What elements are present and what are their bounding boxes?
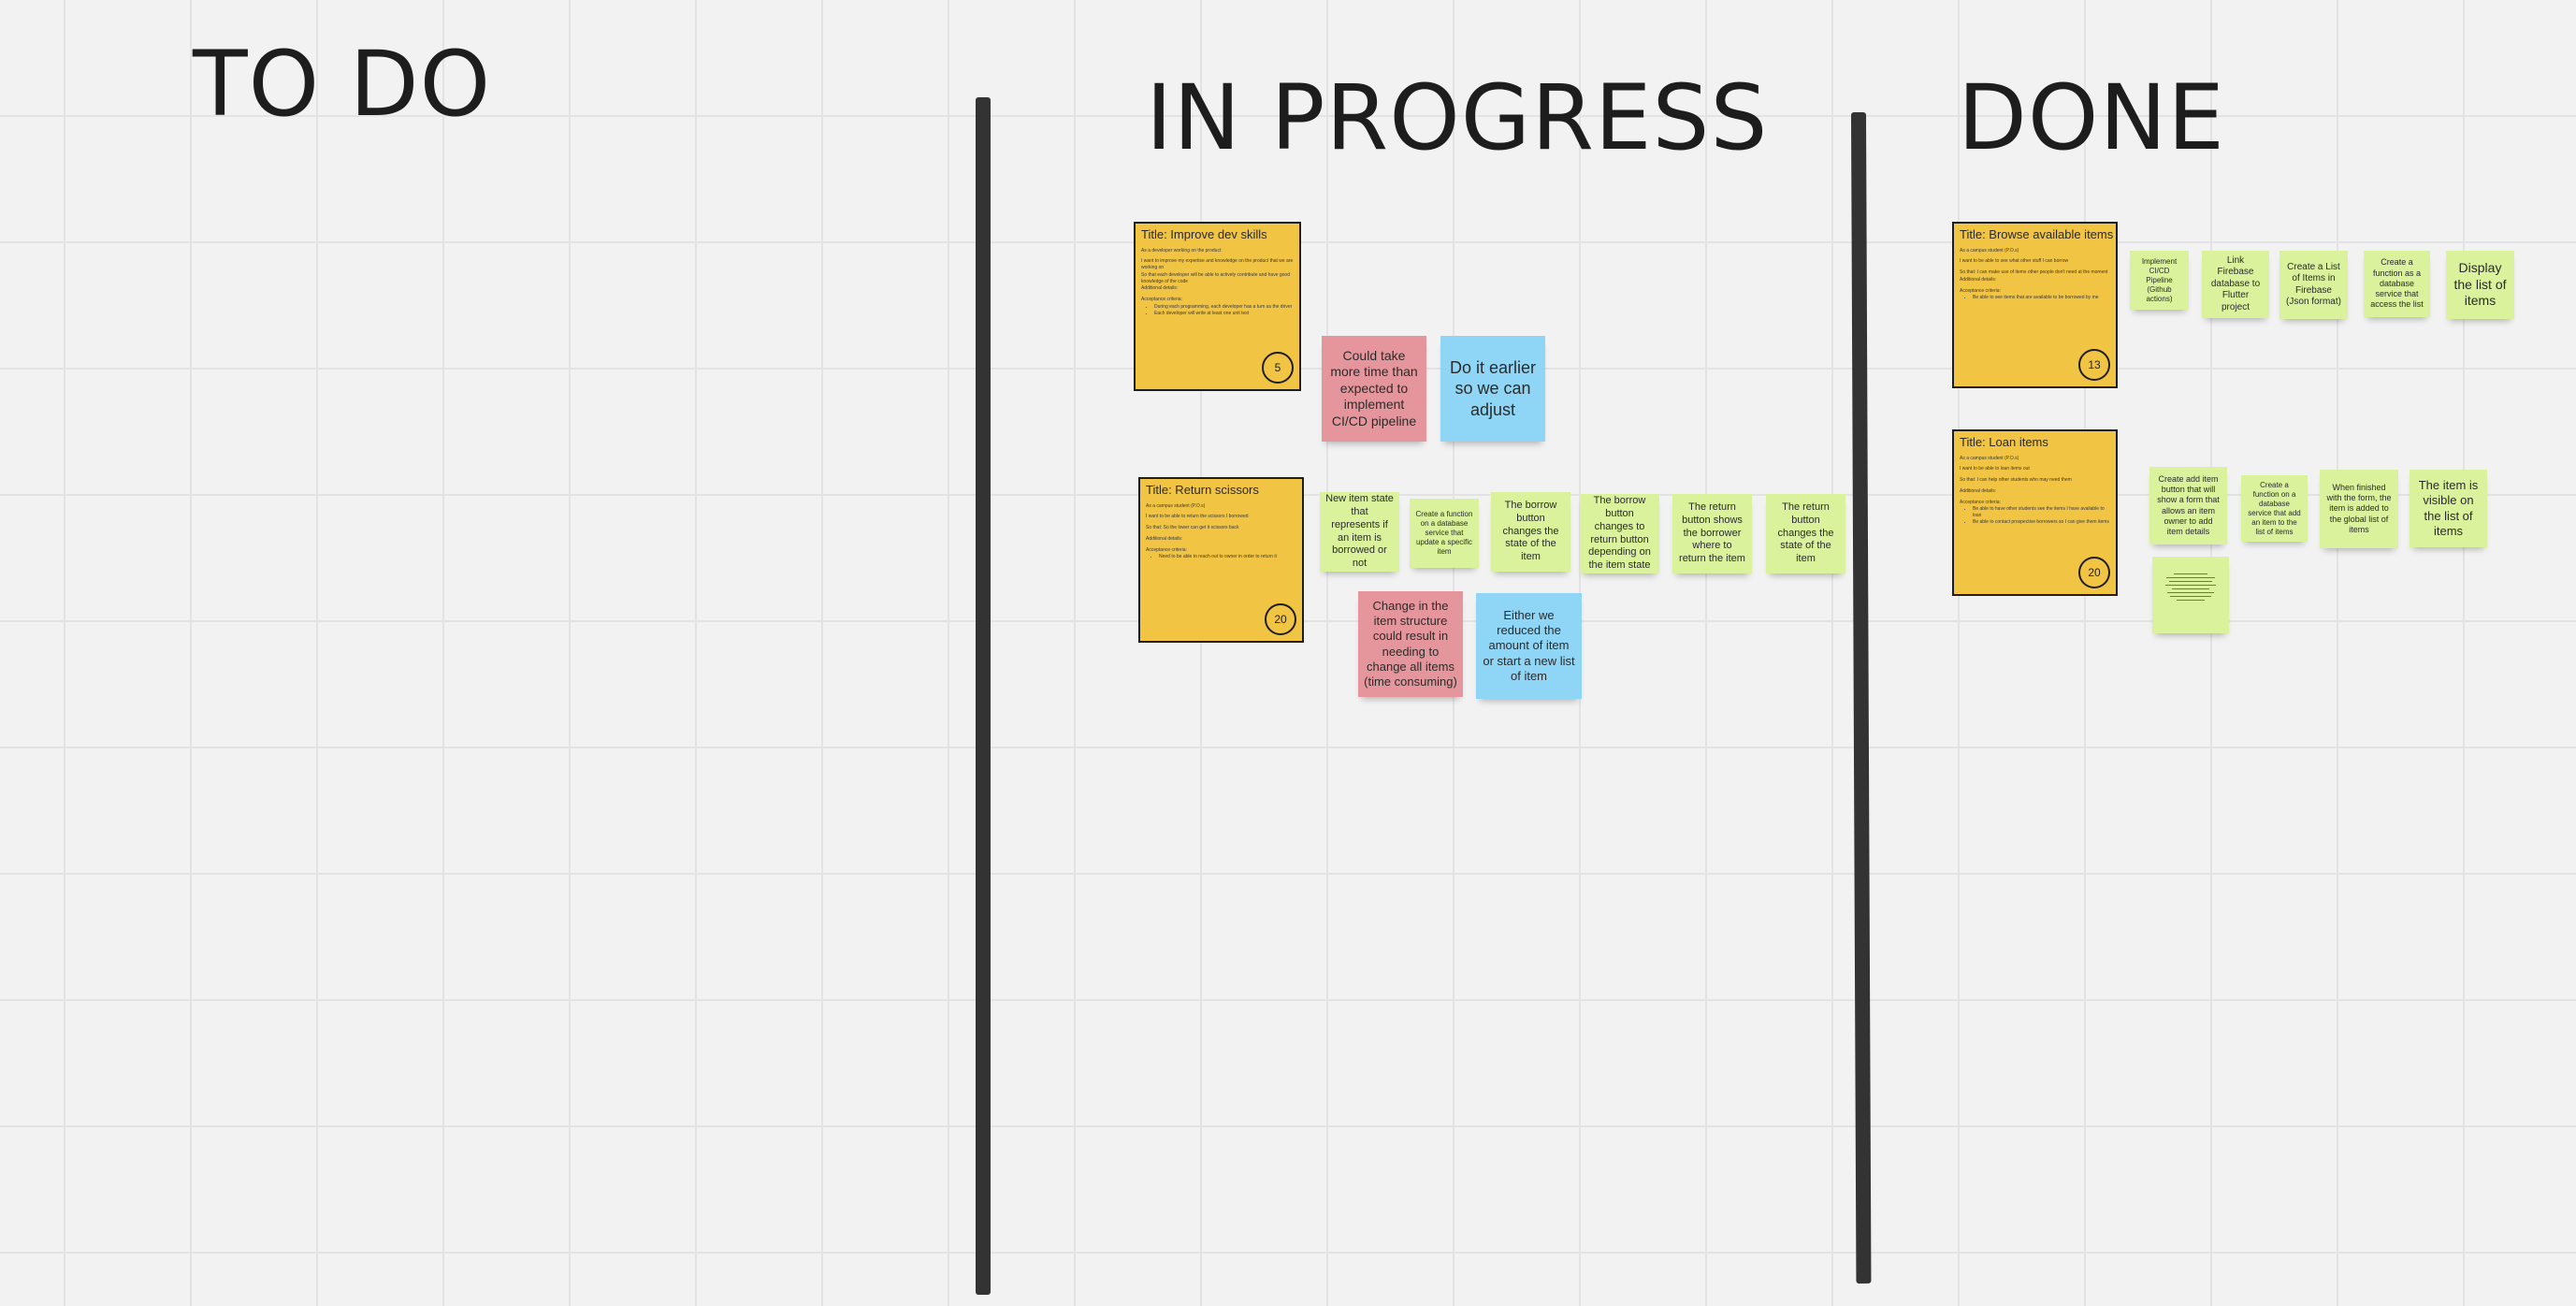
acceptance-criteria-list: Be able to have other students see the i… <box>1967 506 2110 525</box>
criteria-item: Be able to contact prospective borrowers… <box>1973 519 2110 526</box>
sticky-task-display-list[interactable]: Display the list of items <box>2446 251 2514 319</box>
story-line: Acceptance criteria: <box>1141 297 1182 303</box>
story-title: Title: Return scissors <box>1146 483 1259 497</box>
sticky-task-return-button-shows[interactable]: The return button shows the borrower whe… <box>1672 494 1752 573</box>
criteria-item: Be able to have other students see the i… <box>1973 506 2110 519</box>
story-line: Acceptance criteria: <box>1960 499 2001 505</box>
acceptance-criteria-list: During each programming, each developer … <box>1149 304 1294 317</box>
story-card-return-scissors[interactable]: Title: Return scissors As a campus stude… <box>1138 477 1304 643</box>
sticky-task-db-add-item[interactable]: Create a function on a database service … <box>2241 475 2308 542</box>
story-line: Acceptance criteria: <box>1146 546 1187 553</box>
sticky-task-item-visible[interactable]: The item is visible on the list of items <box>2410 470 2487 547</box>
sticky-text: The item is visible on the list of items <box>2418 478 2479 538</box>
column-title-todo: TO DO <box>193 32 492 137</box>
story-line: Additional details: <box>1960 487 1997 494</box>
story-line: Acceptance criteria: <box>1960 287 2001 294</box>
sticky-text: Change in the item structure could resul… <box>1364 598 1457 689</box>
story-line: Additional details: <box>1141 285 1179 292</box>
acceptance-criteria-list: Need to be able to reach out to owner in… <box>1153 554 1296 560</box>
column-divider-right[interactable] <box>1851 111 1872 1284</box>
sticky-risk-ci-cd[interactable]: Could take more time than expected to im… <box>1322 336 1426 442</box>
sticky-mitigation-reduce-items[interactable]: Either we reduced the amount of item or … <box>1476 593 1582 699</box>
story-title: Title: Browse available items <box>1960 227 2114 241</box>
acceptance-criteria-list: Be able to see items that are available … <box>1967 295 2110 301</box>
story-line: As a campus student (P.O.s) <box>1146 502 1206 509</box>
story-points-badge: 13 <box>2078 349 2110 381</box>
sticky-text: The borrow button changes the state of t… <box>1502 500 1559 563</box>
story-line: So that each developer will be able to a… <box>1141 271 1290 284</box>
story-line: As a developer working on the product <box>1141 247 1222 254</box>
story-line: I want to be able to see what other stuf… <box>1960 258 2069 265</box>
sticky-task-new-item-state[interactable]: New item state that represents if an ite… <box>1320 492 1399 572</box>
sticky-mitigation-do-earlier[interactable]: Do it earlier so we can adjust <box>1440 336 1545 442</box>
sticky-text: The return button shows the borrower whe… <box>1679 501 1745 565</box>
story-line: So that: So the lower can get it scissor… <box>1146 525 1239 531</box>
sticky-text: Create a function on a database service … <box>2248 480 2301 536</box>
story-line: I want to be able to loan items out <box>1960 466 2030 472</box>
column-title-in-progress: IN PROGRESS <box>1146 65 1769 170</box>
story-line: So that: I can make use of items other p… <box>1960 269 2108 276</box>
criteria-item: Need to be able to reach out to owner in… <box>1159 554 1296 560</box>
column-divider-left[interactable] <box>976 97 991 1295</box>
story-line: As a campus student (P.O.s) <box>1960 247 2019 254</box>
story-card-browse-available-items[interactable]: Title: Browse available items As a campu… <box>1952 222 2118 388</box>
sticky-text: New item state that represents if an ite… <box>1325 493 1394 569</box>
sticky-text: Create a function on a database service … <box>1415 510 1473 556</box>
story-points-badge: 5 <box>1262 352 1294 384</box>
sticky-text: Implement CI/CD Pipeline (Github actions… <box>2141 256 2178 303</box>
sticky-task-db-access-list[interactable]: Create a function as a database service … <box>2364 251 2430 317</box>
story-title: Title: Loan items <box>1960 435 2048 449</box>
criteria-item: Each developer will write at least one u… <box>1154 311 1294 317</box>
sticky-text: Either we reduced the amount of item or … <box>1483 607 1575 683</box>
story-line: I want to be able to return the scissors… <box>1146 514 1249 520</box>
sticky-text: Could take more time than expected to im… <box>1330 347 1418 428</box>
criteria-item: During each programming, each developer … <box>1154 304 1294 311</box>
story-line: As a campus student (P.O.s) <box>1960 455 2019 461</box>
sticky-scribble-lines <box>2165 573 2216 601</box>
sticky-text: Create a List of Items in Firebase (Json… <box>2286 261 2341 308</box>
sticky-text: Do it earlier so we can adjust <box>1449 357 1537 419</box>
sticky-task-create-add-item[interactable]: Create add item button that will show a … <box>2149 467 2227 544</box>
sticky-task-return-button-state[interactable]: The return button changes the state of t… <box>1766 494 1845 573</box>
sticky-task-borrow-button-changes[interactable]: The borrow button changes to return butt… <box>1580 494 1659 573</box>
story-line: Additional details: <box>1146 535 1183 542</box>
sticky-note-illegible[interactable] <box>2152 557 2229 633</box>
story-points-badge: 20 <box>1265 603 1296 635</box>
sticky-task-ci-cd-pipeline[interactable]: Implement CI/CD Pipeline (Github actions… <box>2130 251 2189 310</box>
story-line: So that: I can help other students who m… <box>1960 477 2072 484</box>
story-title: Title: Improve dev skills <box>1141 227 1267 241</box>
story-card-improve-dev-skills[interactable]: Title: Improve dev skills As a developer… <box>1134 222 1301 391</box>
kanban-board: TO DO IN PROGRESS DONE Title: Improve de… <box>0 0 2576 1306</box>
criteria-item: Be able to see items that are available … <box>1973 295 2110 301</box>
sticky-text: When finished with the form, the item is… <box>2326 482 2392 534</box>
story-points-badge: 20 <box>2078 557 2110 588</box>
column-title-done: DONE <box>1958 65 2225 170</box>
sticky-text: Create a function as a database service … <box>2370 257 2424 310</box>
story-line: I want to improve my expertise and knowl… <box>1141 258 1294 271</box>
sticky-risk-item-structure[interactable]: Change in the item structure could resul… <box>1358 591 1463 697</box>
story-card-loan-items[interactable]: Title: Loan items As a campus student (P… <box>1952 429 2118 596</box>
sticky-text: The return button changes the state of t… <box>1777 501 1834 565</box>
sticky-text: Display the list of items <box>2453 260 2507 309</box>
sticky-task-db-update-item[interactable]: Create a function on a database service … <box>1410 499 1479 568</box>
sticky-task-when-finished[interactable]: When finished with the form, the item is… <box>2320 470 2398 548</box>
sticky-task-borrow-button-state[interactable]: The borrow button changes the state of t… <box>1491 492 1570 572</box>
sticky-text: Create add item button that will show a … <box>2157 473 2220 536</box>
sticky-text: The borrow button changes to return butt… <box>1588 495 1651 571</box>
sticky-task-link-firebase[interactable]: Link Firebase database to Flutter projec… <box>2202 251 2269 318</box>
sticky-task-create-list-firebase[interactable]: Create a List of Items in Firebase (Json… <box>2279 251 2348 319</box>
sticky-text: Link Firebase database to Flutter projec… <box>2210 254 2261 312</box>
story-line: Additional details: <box>1960 276 1997 283</box>
